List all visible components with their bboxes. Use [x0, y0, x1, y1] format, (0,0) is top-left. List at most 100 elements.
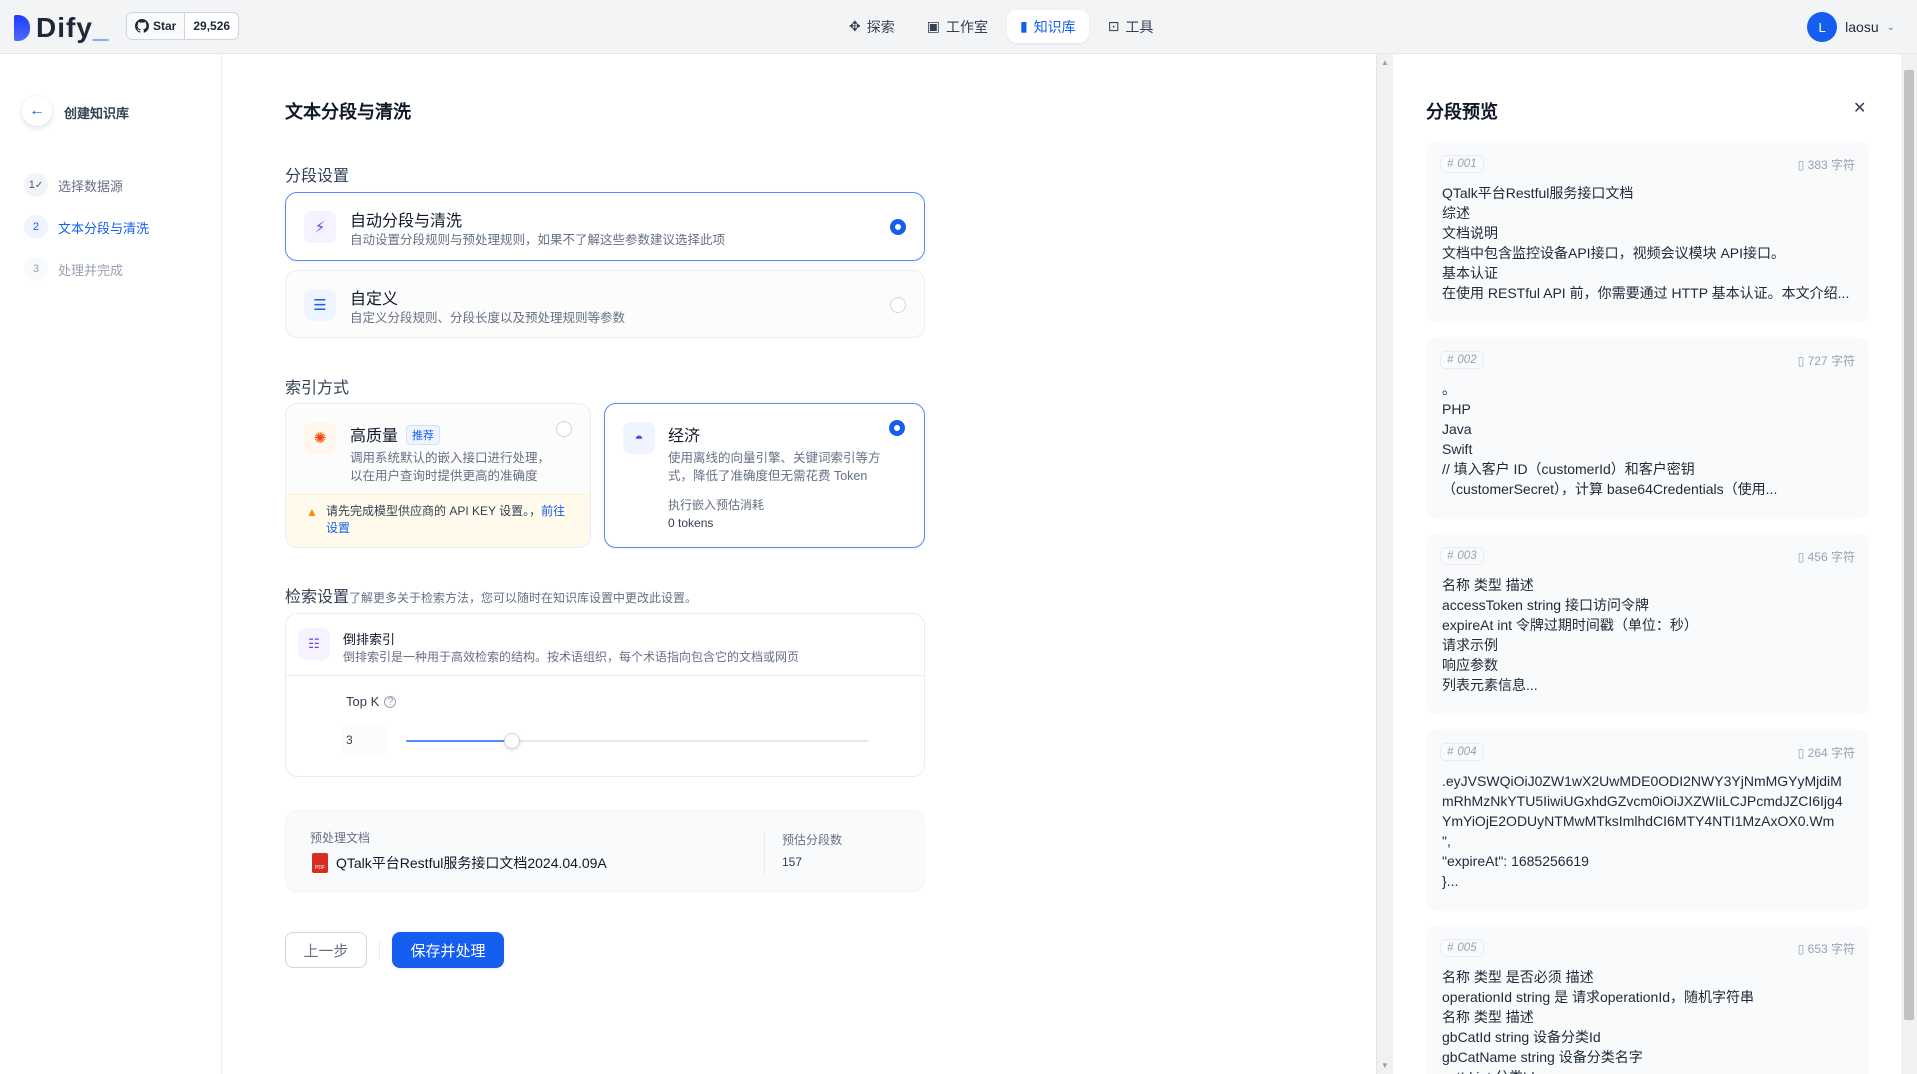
high-quality-desc-line1: 调用系统默认的嵌入接口进行处理，: [350, 451, 551, 465]
segment-mode-custom[interactable]: ☰ 自定义 自定义分段规则、分段长度以及预处理规则等参数: [285, 270, 925, 338]
preview-scrollbar-thumb[interactable]: [1904, 70, 1914, 1020]
segment-content: 。 PHP Java Swift // 填入客户 ID（customerId）和客户密钥…: [1442, 379, 1853, 499]
segment-line: ",: [1442, 833, 1451, 849]
segment-char-count-text: 383 字符: [1807, 158, 1855, 172]
nav-knowledge-label: 知识库: [1033, 18, 1076, 35]
segment-line: operationId string 是 请求operationId，随机字符串: [1442, 989, 1755, 1005]
seg-count-value: 157: [782, 855, 803, 869]
main-scrollbar[interactable]: ▲ ▼: [1376, 54, 1393, 1074]
index-mode-economy[interactable]: ◓ 经济 使用离线的向量引擎、关键词索引等方 式，降低了准确度但无需花费 Tok…: [604, 403, 925, 548]
segment-id-text: 004: [1457, 746, 1477, 758]
user-menu[interactable]: L laosu ⌄: [1807, 12, 1895, 42]
topk-slider[interactable]: [406, 733, 868, 749]
high-quality-desc-line2: 以在用户查询时提供更高的准确度: [350, 469, 538, 483]
segment-line: 名称 类型 描述: [1442, 1009, 1534, 1025]
step-number: 3: [24, 257, 48, 281]
sun-icon: ✺: [304, 422, 336, 454]
preprocess-summary: 预处理文档 PDF QTalk平台Restful服务接口文档2024.04.09…: [285, 810, 925, 892]
hash-icon: #: [1447, 746, 1454, 758]
topk-input[interactable]: 3: [342, 726, 388, 754]
index-mode-high-quality[interactable]: ✺ 高质量 推荐 调用系统默认的嵌入接口进行处理， 以在用户查询时提供更高的准确度…: [285, 403, 591, 548]
divider: [764, 831, 765, 875]
back-button[interactable]: ←: [22, 96, 52, 126]
segment-content: .eyJVSWQiOiJ0ZW1wX2UwMDE0ODI2NWY3YjNmMGY…: [1442, 771, 1853, 891]
nav-studio[interactable]: ▣ 工作室: [914, 10, 1001, 43]
segment-line: accessToken string 接口访问令牌: [1442, 597, 1649, 613]
segment-char-count-text: 653 字符: [1807, 942, 1855, 956]
step-process-complete: 3 处理并完成: [24, 257, 123, 281]
segment-card[interactable]: #001 ▯ 383 字符 QTalk平台Restful服务接口文档 综述 文档说明 文档…: [1426, 141, 1869, 323]
scroll-down-icon[interactable]: ▼: [1381, 1061, 1389, 1070]
segment-id: #001: [1440, 155, 1484, 173]
step-number: 2: [24, 215, 48, 239]
logo-text: Dify: [36, 12, 93, 43]
doc-name: QTalk平台Restful服务接口文档2024.04.09A: [336, 855, 607, 871]
arrow-left-icon: ←: [29, 102, 45, 119]
step-label: 文本分段与清洗: [58, 220, 150, 236]
nav-knowledge[interactable]: ▮ 知识库: [1006, 10, 1089, 43]
prev-step-button[interactable]: 上一步: [285, 932, 367, 968]
segment-content: 名称 类型 描述 accessToken string 接口访问令牌 expireA…: [1442, 575, 1853, 695]
dify-logo[interactable]: Dify_: [14, 12, 109, 44]
segment-id: #005: [1440, 939, 1484, 957]
close-icon[interactable]: ✕: [1853, 98, 1866, 118]
segment-id: #002: [1440, 351, 1484, 369]
inverted-index-icon: ☷: [298, 628, 330, 660]
hash-icon: #: [1447, 550, 1454, 562]
preview-scrollbar[interactable]: [1901, 54, 1917, 1074]
check-icon: ✓: [34, 179, 44, 191]
segment-card[interactable]: #005 ▯ 653 字符 名称 类型 是否必须 描述 operationId str…: [1426, 925, 1869, 1074]
steps-sidebar: ← 创建知识库 1 ✓ 选择数据源 2 文本分段与清洗 3 处理并完成: [0, 54, 222, 1074]
segment-line: （customerSecret），计算 base64Credentials（使用…: [1442, 481, 1778, 497]
explore-icon: ✥: [849, 18, 861, 34]
save-and-process-button[interactable]: 保存并处理: [392, 932, 504, 968]
economy-title: 经济: [668, 428, 701, 445]
segment-line: }...: [1442, 873, 1459, 889]
main-nav: ✥ 探索 ▣ 工作室 ▮ 知识库 ⊡ 工具: [836, 10, 1166, 43]
segment-line: YmYiOjE2ODUyNTMwMTksImlhdCI6MTY4NTI1MzAx…: [1442, 813, 1835, 829]
segment-settings-label: 分段设置: [285, 168, 350, 185]
segment-mode-auto[interactable]: ⚡ 自动分段与清洗 自动设置分段规则与预处理规则，如果不了解这些参数建议选择此项: [285, 192, 925, 261]
segment-line: 列表元素信息...: [1442, 677, 1538, 693]
user-name: laosu: [1845, 19, 1879, 35]
segment-id: #004: [1440, 743, 1484, 761]
warning-icon: ▲: [306, 505, 318, 519]
segment-card[interactable]: #002 ▯ 727 字符。 PHP Java Swift // 填入客户 ID（cust…: [1426, 337, 1869, 519]
learn-more-link[interactable]: 了解更多: [349, 591, 397, 605]
github-star-button[interactable]: Star 29,526: [126, 12, 240, 40]
scroll-up-icon[interactable]: ▲: [1381, 58, 1389, 67]
nav-explore-label: 探索: [866, 18, 895, 35]
segment-line: 请求示例: [1442, 637, 1498, 653]
segment-card[interactable]: #004 ▯ 264 字符 .eyJVSWQiOiJ0ZW1wX2UwMDE0ODI…: [1426, 729, 1869, 911]
step-label: 选择数据源: [58, 178, 124, 194]
github-star-count: 29,526: [193, 19, 231, 33]
economy-cost-label: 执行嵌入预估消耗: [668, 498, 765, 512]
retrieval-settings-title: 检索设置: [285, 589, 350, 606]
nav-tools[interactable]: ⊡ 工具: [1095, 10, 1167, 43]
go-settings-link-part1: 前往: [541, 504, 566, 518]
nav-tools-label: 工具: [1125, 18, 1154, 35]
retrieval-hint: 关于检索方法，您可以随时在知识库设置中更改此设置。: [397, 591, 698, 605]
segment-mode-custom-radio[interactable]: [890, 297, 906, 313]
high-quality-radio[interactable]: [556, 421, 572, 437]
segment-content: QTalk平台Restful服务接口文档 综述 文档说明 文档中包含监控设备API接口…: [1442, 183, 1853, 303]
economy-radio[interactable]: [889, 420, 905, 436]
segment-id-text: 005: [1457, 942, 1477, 954]
document-icon: ▯: [1797, 354, 1808, 368]
economy-cost-value: 0 tokens: [668, 516, 714, 530]
segment-line: Java: [1442, 421, 1472, 437]
segment-char-count: ▯ 727 字符: [1798, 352, 1855, 369]
segment-mode-custom-desc: 自定义分段规则、分段长度以及预处理规则等参数: [350, 311, 626, 325]
help-circle-icon[interactable]: ?: [384, 695, 397, 708]
dify-logo-mark: [14, 15, 30, 41]
segment-line: gbCatName string 设备分类名字: [1442, 1049, 1643, 1065]
segment-mode-auto-title: 自动分段与清洗: [350, 213, 463, 230]
segment-line: 文档中包含监控设备API接口，视频会议模块 API接口。: [1442, 245, 1786, 261]
segment-line: PHP: [1442, 401, 1471, 417]
inverted-index-title: 倒排索引: [343, 632, 396, 647]
segment-mode-auto-radio[interactable]: [890, 219, 906, 235]
segment-card[interactable]: #003 ▯ 456 字符 名称 类型 描述 accessToken string 接…: [1426, 533, 1869, 715]
inverted-index-desc: 倒排索引是一种用于高效检索的结构。按术语组织，每个术语指向包含它的文档或网页: [343, 650, 800, 664]
retrieval-settings-header: 检索设置了解更多关于检索方法，您可以随时在知识库设置中更改此设置。: [285, 583, 697, 607]
nav-explore[interactable]: ✥ 探索: [836, 10, 908, 43]
